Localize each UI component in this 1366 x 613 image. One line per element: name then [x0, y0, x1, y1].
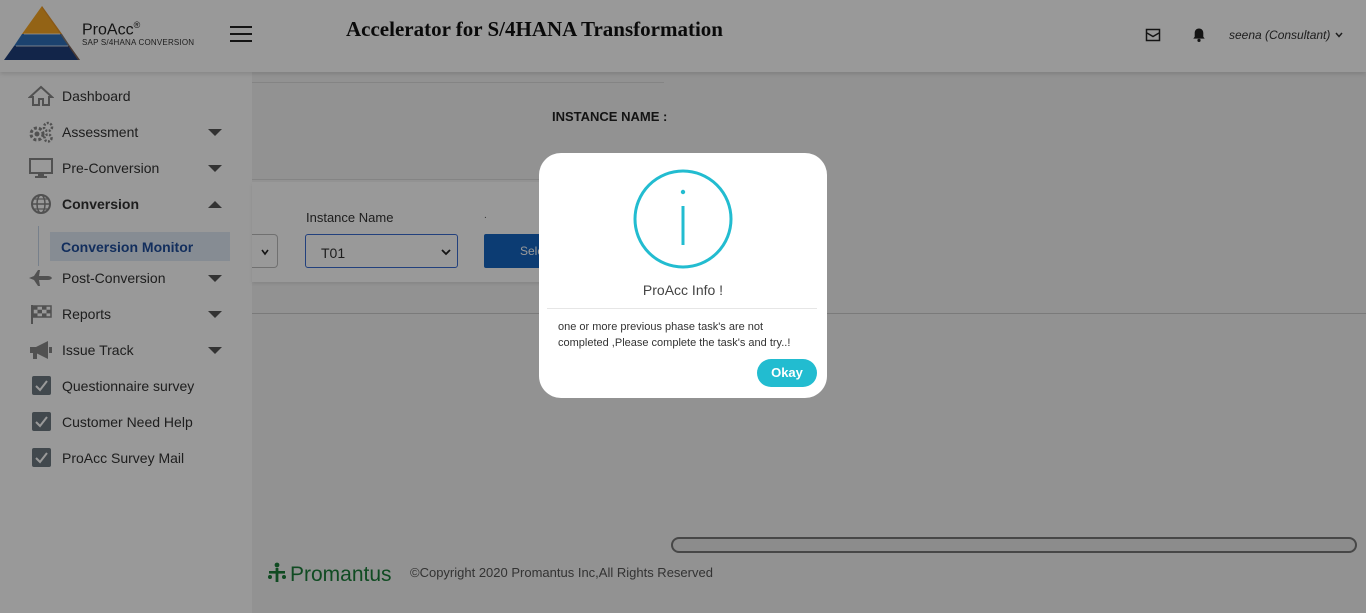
info-dialog: ProAcc Info ! one or more previous phase…: [539, 153, 827, 398]
dialog-divider: [547, 308, 817, 309]
dialog-title: ProAcc Info !: [642, 282, 724, 298]
dialog-message: one or more previous phase task's are no…: [558, 321, 791, 349]
okay-button[interactable]: Okay: [757, 359, 817, 387]
info-icon: [633, 169, 733, 269]
